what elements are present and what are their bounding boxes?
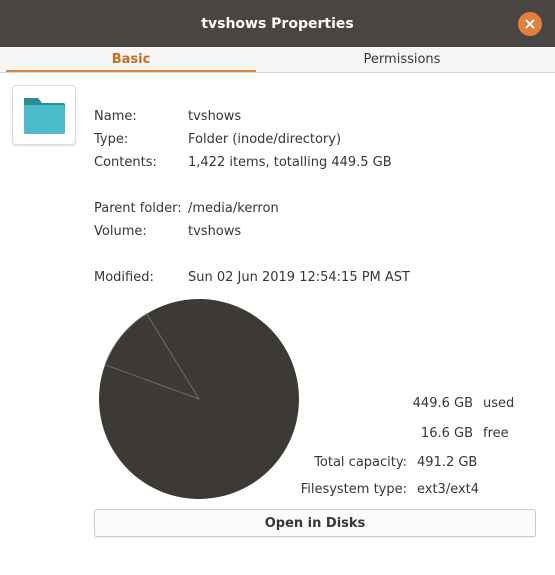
volume-label: Volume:: [94, 224, 147, 239]
tab-basic[interactable]: Basic: [6, 47, 256, 72]
free-value: 16.6 GB: [420, 426, 473, 441]
open-in-disks-button[interactable]: Open in Disks: [94, 509, 536, 537]
type-label: Type:: [94, 132, 129, 147]
title-bar: tvshows Properties ×: [0, 0, 555, 47]
window-title: tvshows Properties: [201, 15, 354, 32]
parent-value[interactable]: /media/kerron: [188, 201, 279, 216]
capacity-value: 491.2 GB: [417, 455, 478, 470]
folder-icon-frame: [12, 85, 76, 145]
close-button[interactable]: ×: [518, 12, 542, 36]
close-icon: ×: [523, 14, 537, 33]
folder-icon: [24, 98, 65, 134]
volume-value: tvshows: [188, 224, 242, 239]
name-label: Name:: [94, 109, 137, 124]
used-value: 449.6 GB: [412, 396, 473, 411]
used-label: used: [483, 396, 515, 411]
modified-value: Sun 02 Jun 2019 12:54:15 PM AST: [188, 270, 410, 285]
basic-panel: Name: tvshows Type: Folder (inode/direct…: [0, 73, 555, 575]
free-label: free: [483, 426, 509, 441]
fstype-label: Filesystem type:: [300, 482, 407, 497]
name-value: tvshows: [188, 109, 242, 124]
tab-bar: Basic Permissions: [0, 47, 555, 73]
parent-label: Parent folder:: [94, 201, 182, 216]
tab-permissions[interactable]: Permissions: [256, 47, 548, 72]
modified-label: Modified:: [94, 270, 154, 285]
contents-label: Contents:: [94, 155, 157, 170]
fstype-value: ext3/ext4: [417, 482, 480, 497]
contents-value: 1,422 items, totalling 449.5 GB: [188, 155, 392, 170]
type-value: Folder (inode/directory): [188, 132, 342, 147]
capacity-label: Total capacity:: [314, 455, 407, 470]
usage-pie-chart: [98, 299, 299, 499]
